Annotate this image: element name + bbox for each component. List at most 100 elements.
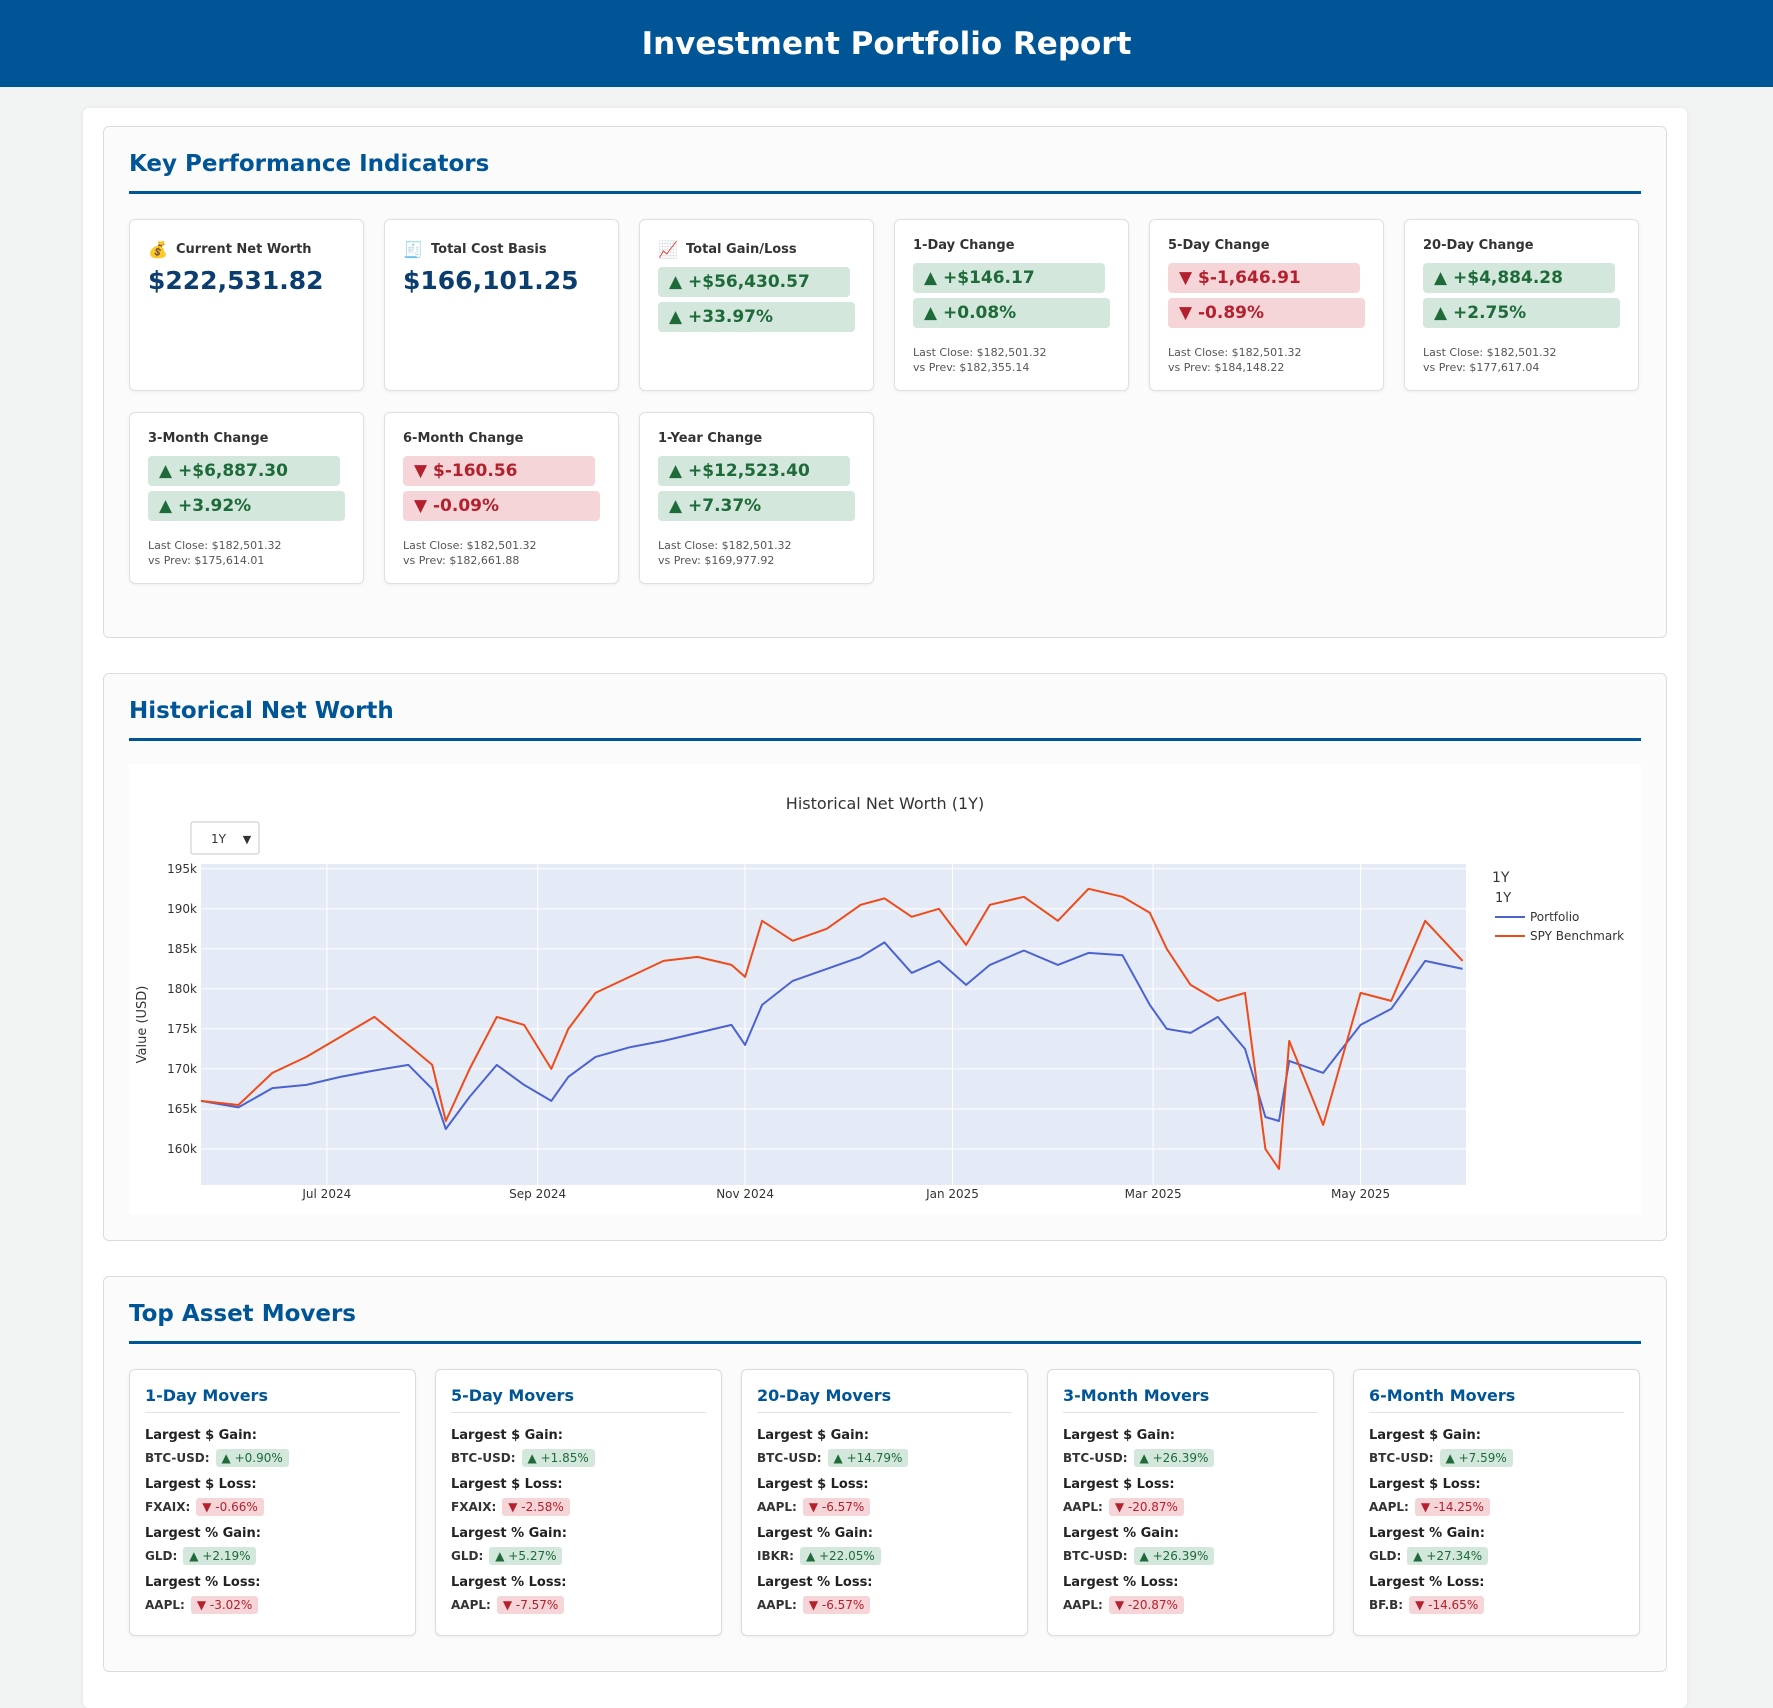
vs-prev: vs Prev: $169,977.92 <box>658 554 775 567</box>
mover-row: FXAIX: ▼ -2.58% <box>451 1498 570 1516</box>
asset-symbol: IBKR: <box>757 1549 794 1563</box>
x-tick-label: Sep 2024 <box>509 1187 566 1201</box>
mover-row: BTC-USD: ▲ +7.59% <box>1369 1449 1513 1467</box>
asset-symbol: AAPL: <box>757 1598 797 1612</box>
asset-symbol: AAPL: <box>757 1500 797 1514</box>
movers-card: 3-Month Movers Largest $ Gain: BTC-USD: … <box>1047 1369 1334 1636</box>
mover-row: AAPL: ▼ -14.25% <box>1369 1498 1490 1516</box>
y-tick-label: 185k <box>167 942 197 956</box>
vs-prev: vs Prev: $175,614.01 <box>148 554 265 567</box>
change-badge: ▲ +14.79% <box>827 1449 909 1467</box>
change-badge: ▼ -20.87% <box>1108 1498 1184 1516</box>
last-close: Last Close: $182,501.32 <box>913 346 1047 359</box>
last-close: Last Close: $182,501.32 <box>1423 346 1557 359</box>
last-close: Last Close: $182,501.32 <box>403 539 537 552</box>
x-tick-label: Jan 2025 <box>925 1187 979 1201</box>
divider <box>145 1412 400 1413</box>
vs-prev: vs Prev: $177,617.04 <box>1423 361 1540 374</box>
movers-card-title: 1-Day Movers <box>145 1386 268 1405</box>
movers-section: Top Asset Movers 1-Day Movers Largest $ … <box>103 1276 1667 1672</box>
kpi-title: 3-Month Change <box>148 431 269 446</box>
movers-divider <box>129 1341 1641 1344</box>
mover-row: AAPL: ▼ -7.57% <box>451 1596 565 1614</box>
chart-title: Historical Net Worth (1Y) <box>786 794 984 813</box>
legend-entry: Portfolio <box>1530 910 1579 924</box>
change-badge: ▲ +0.90% <box>215 1449 289 1467</box>
kpi-title: 1-Day Change <box>913 238 1015 253</box>
divider <box>757 1412 1012 1413</box>
mover-row: BTC-USD: ▲ +26.39% <box>1063 1547 1215 1565</box>
change-amount-pill: ▲ +$4,884.28 <box>1423 263 1615 293</box>
mover-row: AAPL: ▼ -20.87% <box>1063 1498 1184 1516</box>
kpi-card-net-worth: 💰 Current Net Worth $222,531.82 <box>129 219 364 391</box>
movers-card: 5-Day Movers Largest $ Gain: BTC-USD: ▲ … <box>435 1369 722 1636</box>
mover-label-loss-d: Largest $ Loss: <box>451 1477 563 1492</box>
change-badge: ▼ -6.57% <box>802 1498 871 1516</box>
mover-row: AAPL: ▼ -3.02% <box>145 1596 259 1614</box>
receipt-icon: 🧾 <box>403 240 423 259</box>
movers-card: 6-Month Movers Largest $ Gain: BTC-USD: … <box>1353 1369 1640 1636</box>
mover-label-loss-p: Largest % Loss: <box>451 1575 567 1590</box>
mover-row: AAPL: ▼ -6.57% <box>757 1596 871 1614</box>
change-percent-pill: ▲ +0.08% <box>913 298 1110 328</box>
y-axis-label: Value (USD) <box>135 986 150 1064</box>
change-percent-pill: ▼ -0.09% <box>403 491 600 521</box>
asset-symbol: BTC-USD: <box>757 1451 822 1465</box>
kpi-card-1-year: 1-Year Change ▲ +$12,523.40 ▲ +7.37% Las… <box>639 412 874 584</box>
kpi-section: Key Performance Indicators 💰 Current Net … <box>103 126 1667 638</box>
vs-prev: vs Prev: $184,148.22 <box>1168 361 1285 374</box>
asset-symbol: FXAIX: <box>145 1500 191 1514</box>
history-heading: Historical Net Worth <box>129 698 394 724</box>
chart-svg: 160k 165k 170k 175k 180k 185k 190k 195k Jul 2024… <box>135 794 1624 1201</box>
change-badge: ▲ +7.59% <box>1439 1449 1513 1467</box>
vs-prev: vs Prev: $182,661.88 <box>403 554 520 567</box>
legend-entry: SPY Benchmark <box>1530 929 1624 943</box>
change-badge: ▼ -0.66% <box>196 1498 264 1516</box>
y-tick-label: 165k <box>167 1102 197 1116</box>
change-badge: ▲ +22.05% <box>799 1547 881 1565</box>
mover-row: AAPL: ▼ -20.87% <box>1063 1596 1184 1614</box>
change-amount-pill: ▲ +$6,887.30 <box>148 456 340 486</box>
x-tick-label: Mar 2025 <box>1125 1187 1182 1201</box>
change-percent-pill: ▲ +2.75% <box>1423 298 1620 328</box>
asset-symbol: GLD: <box>1369 1549 1402 1563</box>
kpi-card-total-gain: 📈 Total Gain/Loss ▲ +$56,430.57 ▲ +33.97% <box>639 219 874 391</box>
kpi-title: 6-Month Change <box>403 431 524 446</box>
net-worth-chart: 160k 165k 170k 175k 180k 185k 190k 195k Jul 2024… <box>129 764 1641 1214</box>
kpi-card-1-day: 1-Day Change ▲ +$146.17 ▲ +0.08% Last Cl… <box>894 219 1129 391</box>
mover-row: GLD: ▲ +27.34% <box>1369 1547 1489 1565</box>
y-tick-label: 160k <box>167 1142 197 1156</box>
mover-row: BTC-USD: ▲ +26.39% <box>1063 1449 1215 1467</box>
movers-card: 20-Day Movers Largest $ Gain: BTC-USD: ▲… <box>741 1369 1028 1636</box>
cost-basis-value: $166,101.25 <box>403 266 579 295</box>
mover-row: AAPL: ▼ -6.57% <box>757 1498 871 1516</box>
mover-label-gain-p: Largest % Gain: <box>451 1526 567 1541</box>
asset-symbol: BTC-USD: <box>1063 1451 1128 1465</box>
change-badge: ▼ -3.02% <box>190 1596 259 1614</box>
mover-row: BTC-USD: ▲ +14.79% <box>757 1449 909 1467</box>
kpi-title: 1-Year Change <box>658 431 763 446</box>
kpi-title: Total Gain/Loss <box>686 242 797 257</box>
plot-area <box>201 864 1466 1185</box>
change-badge: ▲ +5.27% <box>489 1547 563 1565</box>
change-badge: ▼ -7.57% <box>496 1596 565 1614</box>
asset-symbol: AAPL: <box>1369 1500 1409 1514</box>
mover-label-gain-d: Largest $ Gain: <box>1063 1428 1175 1443</box>
mover-label-gain-p: Largest % Gain: <box>757 1526 873 1541</box>
kpi-heading: Key Performance Indicators <box>129 151 490 177</box>
kpi-card-3-month: 3-Month Change ▲ +$6,887.30 ▲ +3.92% Las… <box>129 412 364 584</box>
change-amount-pill: ▲ +$146.17 <box>913 263 1105 293</box>
asset-symbol: BF.B: <box>1369 1598 1404 1612</box>
gain-amount-pill: ▲ +$56,430.57 <box>658 267 850 297</box>
y-tick-label: 180k <box>167 982 197 996</box>
change-badge: ▼ -6.57% <box>802 1596 871 1614</box>
asset-symbol: BTC-USD: <box>1063 1549 1128 1563</box>
last-close: Last Close: $182,501.32 <box>1168 346 1302 359</box>
asset-symbol: AAPL: <box>1063 1598 1103 1612</box>
asset-symbol: AAPL: <box>451 1598 491 1612</box>
mover-label-gain-d: Largest $ Gain: <box>1369 1428 1481 1443</box>
x-tick-label: May 2025 <box>1331 1187 1390 1201</box>
asset-symbol: GLD: <box>451 1549 484 1563</box>
vs-prev: vs Prev: $182,355.14 <box>913 361 1030 374</box>
mover-label-gain-d: Largest $ Gain: <box>757 1428 869 1443</box>
